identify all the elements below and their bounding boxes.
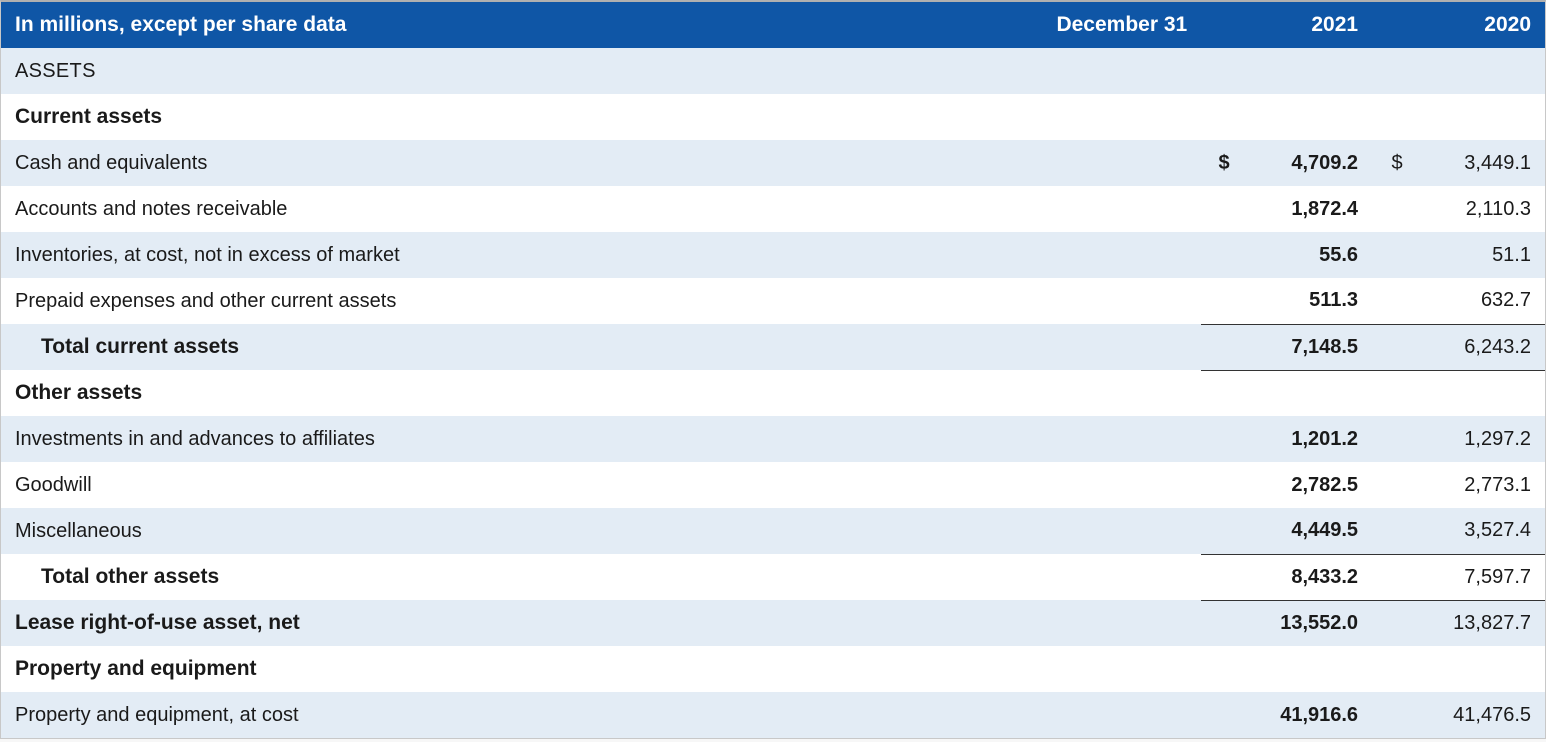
line-item-label: Inventories, at cost, not in excess of m… — [1, 232, 1201, 278]
table-row: Goodwill 2,782.5 2,773.1 — [1, 462, 1545, 508]
currency-symbol — [1372, 186, 1403, 232]
table-row: Property and equipment, at cost 41,916.6 4… — [1, 692, 1545, 738]
table-row: Current assets — [1, 94, 1545, 140]
value-2020: 7,597.7 — [1403, 554, 1545, 600]
value-2020: 2,773.1 — [1403, 462, 1545, 508]
section-header: Other assets — [1, 370, 1201, 416]
currency-symbol — [1372, 278, 1403, 324]
financial-table: In millions, except per share data Decem… — [1, 2, 1545, 738]
table-row: Lease right-of-use asset, net 13,552.0 13,… — [1, 600, 1545, 646]
currency-symbol — [1372, 48, 1403, 94]
header-title: In millions, except per share data — [1, 2, 1038, 48]
currency-symbol — [1201, 278, 1229, 324]
table-row: Inventories, at cost, not in excess of m… — [1, 232, 1545, 278]
value-2020 — [1403, 646, 1545, 692]
currency-symbol — [1372, 692, 1403, 738]
table-row: Investments in and advances to affiliate… — [1, 416, 1545, 462]
table-row: Property and equipment — [1, 646, 1545, 692]
balance-sheet-table: In millions, except per share data Decem… — [0, 0, 1546, 739]
table-row: Total current assets 7,148.5 6,243.2 — [1, 324, 1545, 370]
currency-symbol: $ — [1372, 140, 1403, 186]
value-2021: 41,916.6 — [1230, 692, 1372, 738]
value-2020: 3,449.1 — [1403, 140, 1545, 186]
line-item-label: Property and equipment, at cost — [1, 692, 1201, 738]
line-item-label: Prepaid expenses and other current asset… — [1, 278, 1201, 324]
table-row: Other assets — [1, 370, 1545, 416]
currency-symbol — [1201, 370, 1229, 416]
section-header: Property and equipment — [1, 646, 1201, 692]
table-header: In millions, except per share data Decem… — [1, 2, 1545, 48]
value-2020: 632.7 — [1403, 278, 1545, 324]
currency-symbol — [1372, 554, 1403, 600]
value-2021: 7,148.5 — [1230, 324, 1372, 370]
currency-symbol — [1372, 416, 1403, 462]
currency-symbol — [1201, 646, 1229, 692]
currency-symbol — [1201, 600, 1229, 646]
currency-symbol — [1372, 508, 1403, 554]
value-2021: 1,872.4 — [1230, 186, 1372, 232]
value-2021: 55.6 — [1230, 232, 1372, 278]
value-2020: 51.1 — [1403, 232, 1545, 278]
value-2020: 3,527.4 — [1403, 508, 1545, 554]
value-2021: 1,201.2 — [1230, 416, 1372, 462]
table-row: Miscellaneous 4,449.5 3,527.4 — [1, 508, 1545, 554]
value-2021 — [1230, 646, 1372, 692]
total-row-label: Total current assets — [1, 324, 1201, 370]
table-row: Total other assets 8,433.2 7,597.7 — [1, 554, 1545, 600]
currency-symbol — [1372, 324, 1403, 370]
value-2020: 41,476.5 — [1403, 692, 1545, 738]
value-2021 — [1230, 48, 1372, 94]
table-row: ASSETS — [1, 48, 1545, 94]
currency-symbol — [1372, 94, 1403, 140]
line-item-label: Accounts and notes receivable — [1, 186, 1201, 232]
currency-symbol — [1201, 48, 1229, 94]
value-2021: 4,709.2 — [1230, 140, 1372, 186]
value-2021: 13,552.0 — [1230, 600, 1372, 646]
currency-symbol — [1201, 232, 1229, 278]
value-2020 — [1403, 48, 1545, 94]
value-2020: 1,297.2 — [1403, 416, 1545, 462]
value-2020 — [1403, 370, 1545, 416]
value-2021: 2,782.5 — [1230, 462, 1372, 508]
total-row-label: Total other assets — [1, 554, 1201, 600]
currency-symbol — [1201, 508, 1229, 554]
value-2020 — [1403, 94, 1545, 140]
line-item-label: Goodwill — [1, 462, 1201, 508]
currency-symbol — [1372, 600, 1403, 646]
value-2021: 511.3 — [1230, 278, 1372, 324]
table-row: Accounts and notes receivable 1,872.4 2,11… — [1, 186, 1545, 232]
currency-symbol — [1201, 462, 1229, 508]
currency-symbol — [1201, 692, 1229, 738]
header-year-2021: 2021 — [1201, 2, 1372, 48]
currency-symbol — [1372, 462, 1403, 508]
currency-symbol — [1372, 646, 1403, 692]
line-item-label: Miscellaneous — [1, 508, 1201, 554]
currency-symbol — [1201, 186, 1229, 232]
value-2020: 13,827.7 — [1403, 600, 1545, 646]
currency-symbol — [1372, 370, 1403, 416]
value-2021 — [1230, 94, 1372, 140]
line-item-label: Investments in and advances to affiliate… — [1, 416, 1201, 462]
currency-symbol — [1201, 416, 1229, 462]
currency-symbol — [1201, 324, 1229, 370]
section-header: ASSETS — [1, 48, 1201, 94]
section-header: Current assets — [1, 94, 1201, 140]
header-date: December 31 — [1038, 2, 1201, 48]
line-item-label: Lease right-of-use asset, net — [1, 600, 1201, 646]
currency-symbol: $ — [1201, 140, 1229, 186]
currency-symbol — [1201, 94, 1229, 140]
currency-symbol — [1201, 554, 1229, 600]
line-item-label: Cash and equivalents — [1, 140, 1201, 186]
header-year-2020: 2020 — [1372, 2, 1545, 48]
table-row: Prepaid expenses and other current asset… — [1, 278, 1545, 324]
value-2021: 4,449.5 — [1230, 508, 1372, 554]
value-2021 — [1230, 370, 1372, 416]
table-body: ASSETSCurrent assetsCash and equivalents… — [1, 48, 1545, 738]
table-row: Cash and equivalents$4,709.2$3,449.1 — [1, 140, 1545, 186]
value-2021: 8,433.2 — [1230, 554, 1372, 600]
currency-symbol — [1372, 232, 1403, 278]
value-2020: 2,110.3 — [1403, 186, 1545, 232]
value-2020: 6,243.2 — [1403, 324, 1545, 370]
